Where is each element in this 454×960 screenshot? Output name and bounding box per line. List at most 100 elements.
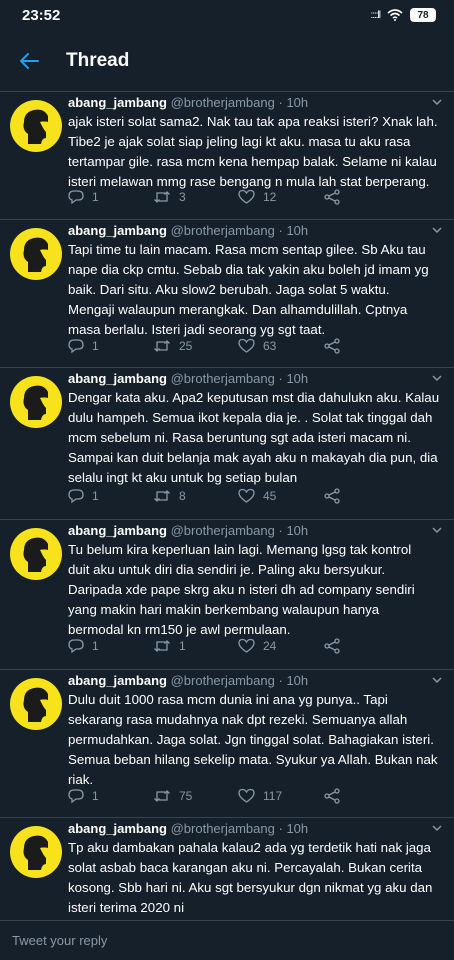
author-name[interactable]: abang_jambang — [68, 673, 167, 688]
tweet[interactable]: abang_jambang @brotherjambang · 10h Deng… — [0, 368, 454, 520]
heart-icon — [238, 338, 255, 353]
timestamp: 10h — [286, 223, 309, 238]
tweet-header: abang_jambang @brotherjambang · 10h — [68, 370, 440, 388]
tweet-line: kosong. Sbb hari ni. Aku sgt bersyukur d… — [68, 880, 433, 895]
tweet-text: Tapi time tu lain macam. Rasa mcm sentap… — [68, 240, 440, 340]
avatar[interactable] — [10, 228, 62, 280]
tweet-line: Tu belum kira keperluan lain lagi. Meman… — [68, 542, 412, 557]
reply-icon — [68, 789, 84, 804]
share-button[interactable] — [323, 636, 408, 656]
chevron-down-icon[interactable] — [430, 523, 444, 537]
chevron-down-icon[interactable] — [430, 371, 444, 385]
reply-button[interactable]: 1 — [68, 187, 153, 207]
timestamp: 10h — [286, 673, 309, 688]
retweet-button[interactable]: 3 — [153, 187, 238, 207]
reply-button[interactable]: 1 — [68, 336, 153, 356]
arrow-left-icon — [20, 52, 39, 69]
tweet[interactable]: abang_jambang @brotherjambang · 10h Tp a… — [0, 818, 454, 920]
author-name[interactable]: abang_jambang — [68, 95, 167, 110]
timestamp: 10h — [286, 523, 309, 538]
like-button[interactable]: 117 — [238, 786, 323, 806]
chevron-down-icon[interactable] — [430, 95, 444, 109]
reply-icon — [68, 639, 84, 654]
like-button[interactable]: 63 — [238, 336, 323, 356]
reply-count: 1 — [92, 639, 99, 653]
share-button[interactable] — [323, 486, 408, 506]
like-button[interactable]: 45 — [238, 486, 323, 506]
tweet-header: abang_jambang @brotherjambang · 10h — [68, 522, 440, 540]
retweet-button[interactable]: 75 — [153, 786, 238, 806]
retweet-count: 1 — [179, 639, 186, 653]
share-button[interactable] — [323, 187, 408, 207]
chevron-down-icon[interactable] — [430, 223, 444, 237]
tweet[interactable]: abang_jambang @brotherjambang · 10h Tu b… — [0, 520, 454, 670]
tweet-line: dulu hampeh. Semua ikot kepala dia je. .… — [68, 410, 433, 425]
share-button[interactable] — [323, 786, 408, 806]
tweet-line: Dulu duit 1000 rasa mcm dunia ini ana yg… — [68, 692, 388, 707]
reply-input[interactable] — [12, 933, 432, 948]
top-bar: Thread — [0, 30, 454, 92]
author-name[interactable]: abang_jambang — [68, 523, 167, 538]
author-name[interactable]: abang_jambang — [68, 821, 167, 836]
like-count: 24 — [263, 639, 277, 653]
tweet-text: ajak isteri solat sama2. Nak tau tak apa… — [68, 112, 440, 192]
share-icon — [324, 338, 340, 354]
tweet-actions: 1 1 24 — [68, 636, 408, 656]
tweet-actions: 1 8 45 — [68, 486, 408, 506]
tweet[interactable]: abang_jambang @brotherjambang · 10h Dulu… — [0, 670, 454, 818]
tweet-line: mcm sebelum ni. Rasa beruntung sgt ada i… — [68, 430, 411, 445]
retweet-button[interactable]: 8 — [153, 486, 238, 506]
avatar[interactable] — [10, 376, 62, 428]
timestamp: 10h — [286, 821, 309, 836]
battery-icon: 78 — [410, 8, 436, 22]
reply-count: 1 — [92, 190, 99, 204]
tweet-actions: 1 75 117 — [68, 786, 408, 806]
chevron-down-icon[interactable] — [430, 673, 444, 687]
tweet-line: yang makin hari makin berkembang walaupu… — [68, 602, 380, 617]
tweet-line: tertampar gile. rasa mcm kena hempap bal… — [68, 154, 437, 169]
thread-feed: abang_jambang @brotherjambang · 10h ajak… — [0, 92, 454, 920]
tweet-line: baik. Dari situ. Aku slow2 berubah. Jaga… — [68, 282, 390, 297]
reply-bar — [0, 920, 454, 960]
author-handle: @brotherjambang — [170, 673, 275, 688]
avatar[interactable] — [10, 528, 62, 580]
author-handle: @brotherjambang — [170, 821, 275, 836]
tweet-text: Dengar kata aku. Apa2 keputusan mst dia … — [68, 388, 440, 488]
chevron-down-icon[interactable] — [430, 821, 444, 835]
tweet-line: ajak isteri solat sama2. Nak tau tak apa… — [68, 114, 438, 129]
separator: · — [278, 523, 283, 538]
reply-button[interactable]: 1 — [68, 636, 153, 656]
heart-icon — [238, 488, 255, 503]
reply-count: 1 — [92, 339, 99, 353]
tweet-actions: 1 3 12 — [68, 187, 408, 207]
tweet-line: permudahkan. Jaga solat. Jgn tinggal sol… — [68, 732, 434, 747]
timestamp: 10h — [286, 371, 309, 386]
retweet-count: 3 — [179, 190, 186, 204]
tweet-line: Tp aku dambakan pahala kalau2 ada yg ter… — [68, 840, 431, 855]
like-count: 63 — [263, 339, 277, 353]
tweet[interactable]: abang_jambang @brotherjambang · 10h Tapi… — [0, 220, 454, 368]
avatar[interactable] — [10, 100, 62, 152]
separator: · — [278, 673, 283, 688]
avatar[interactable] — [10, 678, 62, 730]
reply-button[interactable]: 1 — [68, 486, 153, 506]
heart-icon — [238, 189, 255, 204]
separator: · — [278, 371, 283, 386]
author-name[interactable]: abang_jambang — [68, 223, 167, 238]
share-button[interactable] — [323, 336, 408, 356]
tweet[interactable]: abang_jambang @brotherjambang · 10h ajak… — [0, 92, 454, 220]
avatar[interactable] — [10, 826, 62, 878]
tweet-line: Daripada xde pape skrg aku n isteri dh a… — [68, 582, 415, 597]
retweet-button[interactable]: 25 — [153, 336, 238, 356]
reply-icon — [68, 489, 84, 504]
tweet-line: Tibe2 je ajak solat siap jeling lagi kt … — [68, 134, 411, 149]
like-button[interactable]: 12 — [238, 187, 323, 207]
reply-button[interactable]: 1 — [68, 786, 153, 806]
author-name[interactable]: abang_jambang — [68, 371, 167, 386]
tweet-line: Dengar kata aku. Apa2 keputusan mst dia … — [68, 390, 440, 405]
retweet-button[interactable]: 1 — [153, 636, 238, 656]
back-button[interactable] — [0, 30, 58, 92]
tweet-line: isteri terima 2020 ni — [68, 900, 185, 915]
author-handle: @brotherjambang — [170, 223, 275, 238]
like-button[interactable]: 24 — [238, 636, 323, 656]
